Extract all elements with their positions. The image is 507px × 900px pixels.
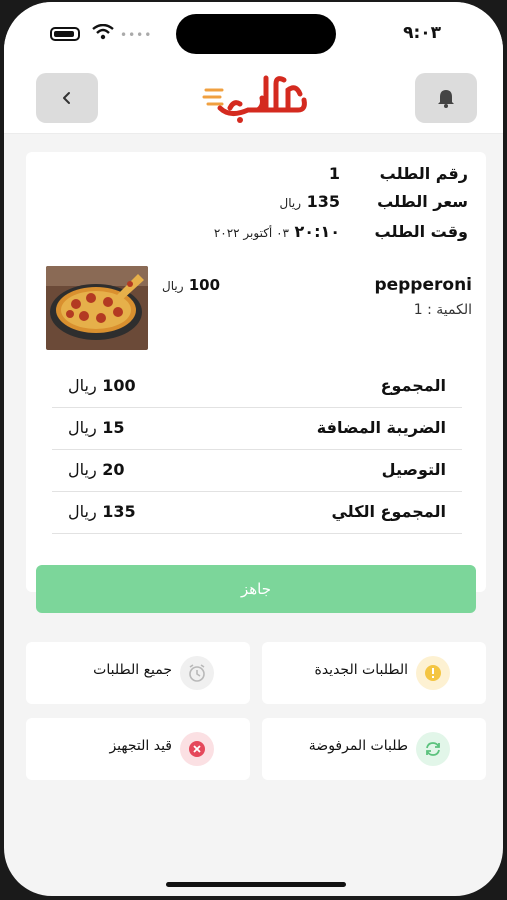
totals-row-delivery: التوصيل 20 ريال (52, 450, 462, 492)
rejected-orders-tile[interactable]: طلبات المرفوضة (262, 718, 486, 780)
totals-row-vat: الضريبة المضافة 15 ريال (52, 408, 462, 450)
signal-icon: •••• (120, 28, 153, 42)
pizza-image (46, 266, 148, 350)
totals-label: التوصيل (381, 460, 446, 479)
app-header (4, 66, 503, 134)
totals-label: الضريبة المضافة (316, 418, 446, 437)
order-price: 135 ريال (280, 192, 341, 211)
tile-label: جميع الطلبات (93, 662, 172, 678)
order-number-value: 1 (328, 164, 340, 183)
item-price: 100 ريال (162, 276, 220, 294)
all-orders-tile[interactable]: جميع الطلبات (26, 642, 250, 704)
totals-value: 100 ريال (68, 376, 136, 395)
item-price-value: 100 (188, 276, 221, 294)
back-button[interactable] (36, 73, 98, 123)
order-price-label: سعر الطلب (377, 192, 468, 211)
order-price-currency: ريال (279, 196, 302, 210)
order-time: ٢٠:١٠ ٠٣ أكتوبر ٢٠٢٢ (214, 222, 340, 241)
wifi-icon (92, 24, 114, 40)
status-bar: •••• ٩:٠٣ (4, 2, 503, 66)
home-indicator[interactable] (166, 882, 346, 887)
totals-label: المجموع (380, 376, 446, 395)
tile-label: طلبات المرفوضة (308, 738, 408, 754)
order-time-clock: ٢٠:١٠ (294, 222, 340, 241)
refresh-icon (416, 732, 450, 766)
chevron-left-icon (63, 92, 70, 104)
order-price-value: 135 (306, 192, 340, 211)
exclamation-icon (416, 656, 450, 690)
status-time: ٩:٠٣ (403, 23, 441, 43)
item-name: pepperoni (374, 275, 472, 295)
close-icon (180, 732, 214, 766)
order-card: رقم الطلب 1 سعر الطلب 135 ريال وقت الطلب… (26, 152, 486, 592)
totals-table: المجموع 100 ريال الضريبة المضافة 15 ريال… (52, 366, 462, 534)
order-time-label: وقت الطلب (374, 222, 468, 241)
item-price-currency: ريال (162, 279, 184, 293)
tile-label: قيد التجهيز (109, 738, 172, 754)
order-number-label: رقم الطلب (379, 164, 468, 183)
new-orders-tile[interactable]: الطلبات الجديدة (262, 642, 486, 704)
in-preparation-tile[interactable]: قيد التجهيز (26, 718, 250, 780)
totals-value: 135 ريال (68, 502, 136, 521)
clock-icon (180, 656, 214, 690)
totals-row-subtotal: المجموع 100 ريال (52, 366, 462, 408)
ready-button[interactable]: جاهز (36, 565, 476, 613)
camera-notch (176, 14, 336, 54)
tile-label: الطلبات الجديدة (314, 662, 408, 678)
bell-icon (438, 90, 454, 108)
totals-value: 20 ريال (68, 460, 125, 479)
order-time-date: ٠٣ أكتوبر ٢٠٢٢ (213, 226, 289, 240)
app-logo (202, 75, 307, 123)
totals-row-grand-total: المجموع الكلي 135 ريال (52, 492, 462, 534)
notifications-button[interactable] (415, 73, 477, 123)
totals-label: المجموع الكلي (331, 502, 446, 521)
item-quantity: الكمية : 1 (413, 302, 472, 318)
totals-value: 15 ريال (68, 418, 125, 437)
battery-icon (50, 27, 80, 41)
phone-screen: •••• ٩:٠٣ رقم الطلب 1 سعر الطلب 135 ريال… (4, 2, 503, 896)
